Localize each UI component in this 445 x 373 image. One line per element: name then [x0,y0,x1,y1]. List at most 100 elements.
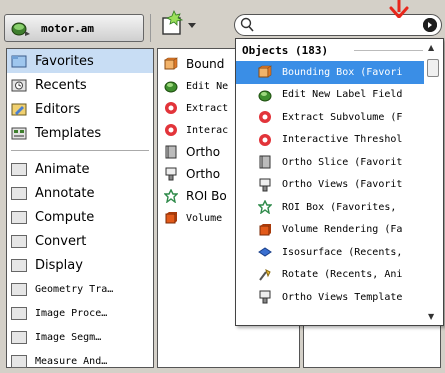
result-ortho-slice[interactable]: Ortho Slice (Favorit [236,151,424,174]
category-image-processing[interactable]: Image Proce… [7,301,153,325]
result-isosurface[interactable]: Isosurface (Recents, [236,241,424,264]
header-divider [354,50,423,51]
folder-icon [11,306,27,320]
ortho-views-icon [258,178,272,192]
category-label: Image Segm… [35,331,102,343]
threshold-icon [258,133,272,147]
result-ortho-views[interactable]: Ortho Views (Favorit [236,174,424,197]
category-favorites[interactable]: Favorites [7,49,153,73]
category-label: Templates [35,125,102,141]
category-label: Favorites [35,53,94,69]
object-label: Extract [186,102,229,114]
result-interactive-thresholding[interactable]: Interactive Threshol [236,129,424,152]
scroll-up-icon[interactable]: ▲ [428,43,434,52]
result-rotate[interactable]: Rotate (Recents, Ani [236,264,424,287]
object-label: Bound [186,57,225,71]
category-panel: Favorites Recents Editors Templates Anim… [6,48,154,368]
dropdown-scrollbar[interactable]: ▲ ▼ [425,41,441,323]
category-convert[interactable]: Convert [7,229,153,253]
roi-box-icon [163,188,179,204]
result-label: Edit New Label Field [282,89,403,101]
toolbar-separator [150,14,151,42]
result-volume-rendering[interactable]: Volume Rendering (Fa [236,219,424,242]
data-object-selector[interactable]: motor.am [4,14,144,42]
result-label: Ortho Views Template [282,291,403,303]
category-label: Measure And… [35,355,108,367]
subvolume-icon [164,101,178,115]
folder-icon [11,258,27,272]
category-label: Recents [35,77,87,93]
volume-rendering-icon [258,223,272,237]
result-ortho-views-template[interactable]: Ortho Views Template [236,286,424,309]
object-label: Ortho [186,167,221,181]
search-field[interactable] [234,14,442,36]
results-header: Objects (183) [236,39,443,61]
label-field-icon [164,79,178,93]
category-label: Image Proce… [35,307,108,319]
favorites-icon [11,55,27,68]
result-roi-box[interactable]: ROI Box (Favorites, [236,196,424,219]
search-results-dropdown: Objects (183) Bounding Box (Favori Edit … [235,38,444,326]
category-recents[interactable]: Recents [7,73,153,97]
result-label: Extract Subvolume (F [282,111,403,123]
templates-icon [11,127,27,140]
object-label: Volume [186,212,223,224]
category-measure-and-analyze[interactable]: Measure And… [7,349,153,373]
scrollbar-thumb[interactable] [427,59,439,77]
red-arrow-annotation-icon [388,0,410,22]
object-label: Edit Ne [186,80,229,92]
category-geometry-transforms[interactable]: Geometry Tra… [7,277,153,301]
category-label: Geometry Tra… [35,283,114,295]
object-label: Interac [186,124,229,136]
ortho-slice-icon [164,145,178,159]
clear-search-icon[interactable] [423,18,437,32]
volume-rendering-icon [164,211,178,225]
folder-icon [11,162,27,176]
editors-icon [11,103,27,116]
scroll-down-icon[interactable]: ▼ [428,312,434,321]
results-count-label: Objects (183) [242,43,329,57]
result-label: Ortho Slice (Favorit [282,156,403,168]
category-label: Editors [35,101,81,117]
result-label: ROI Box (Favorites, [282,201,397,213]
category-templates[interactable]: Templates [7,121,153,145]
object-label: ROI Bo [186,189,227,203]
folder-icon [11,282,27,296]
bounding-box-icon [164,57,178,71]
result-label: Isosurface (Recents, [282,246,403,258]
folder-icon [11,234,27,248]
category-label: Animate [35,161,90,177]
result-label: Rotate (Recents, Ani [282,269,403,281]
green-data-icon [11,19,31,37]
bounding-box-icon [258,65,272,79]
category-editors[interactable]: Editors [7,97,153,121]
folder-icon [11,186,27,200]
result-extract-subvolume[interactable]: Extract Subvolume (F [236,106,424,129]
category-display[interactable]: Display [7,253,153,277]
category-image-segmentation[interactable]: Image Segm… [7,325,153,349]
result-edit-new-label-field[interactable]: Edit New Label Field [236,84,424,107]
new-object-button[interactable] [160,10,206,40]
result-label: Volume Rendering (Fa [282,224,403,236]
folder-icon [11,210,27,224]
new-document-icon [160,10,184,40]
category-annotate[interactable]: Annotate [7,181,153,205]
threshold-icon [164,123,178,137]
recents-icon [11,79,27,92]
isosurface-icon [258,245,272,259]
category-animate[interactable]: Animate [7,157,153,181]
label-field-icon [258,88,272,102]
category-label: Convert [35,233,87,249]
category-label: Compute [35,209,95,225]
subvolume-icon [258,110,272,124]
category-divider [11,145,149,151]
result-bounding-box[interactable]: Bounding Box (Favori [236,61,424,84]
category-label: Annotate [35,185,95,201]
result-label: Ortho Views (Favorit [282,179,403,191]
result-label: Interactive Threshol [282,134,403,146]
category-compute[interactable]: Compute [7,205,153,229]
search-icon [240,17,254,37]
folder-icon [11,330,27,344]
rotate-icon [258,268,272,282]
ortho-views-icon [164,167,178,181]
